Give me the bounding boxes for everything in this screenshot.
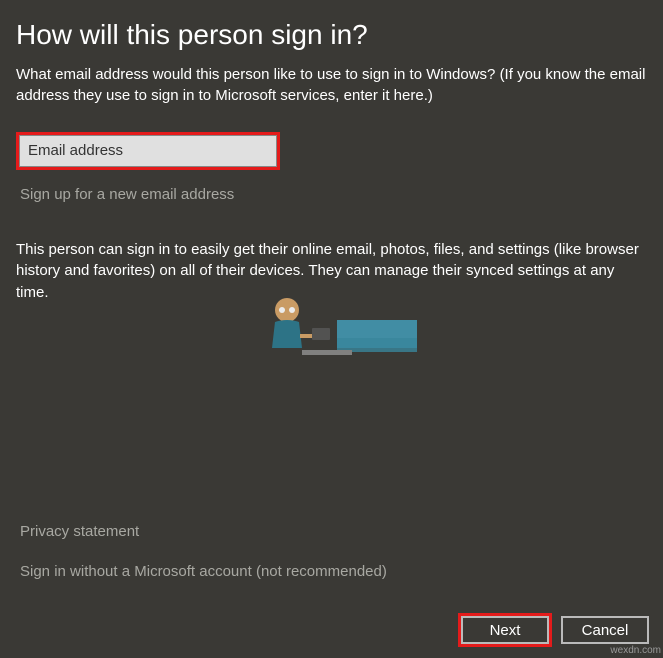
button-row: Next Cancel: [461, 616, 649, 644]
signin-without-msaccount-link[interactable]: Sign in without a Microsoft account (not…: [20, 563, 387, 580]
email-input-highlight: [16, 132, 280, 170]
page-subtitle: What email address would this person lik…: [16, 64, 647, 106]
illustration-image: [242, 290, 422, 370]
signup-email-link[interactable]: Sign up for a new email address: [20, 186, 647, 203]
next-button[interactable]: Next: [461, 616, 549, 644]
page-title: How will this person sign in?: [16, 18, 647, 52]
email-field[interactable]: [19, 135, 277, 167]
watermark-text: wexdn.com: [610, 645, 661, 656]
privacy-statement-link[interactable]: Privacy statement: [20, 523, 139, 540]
cancel-button[interactable]: Cancel: [561, 616, 649, 644]
